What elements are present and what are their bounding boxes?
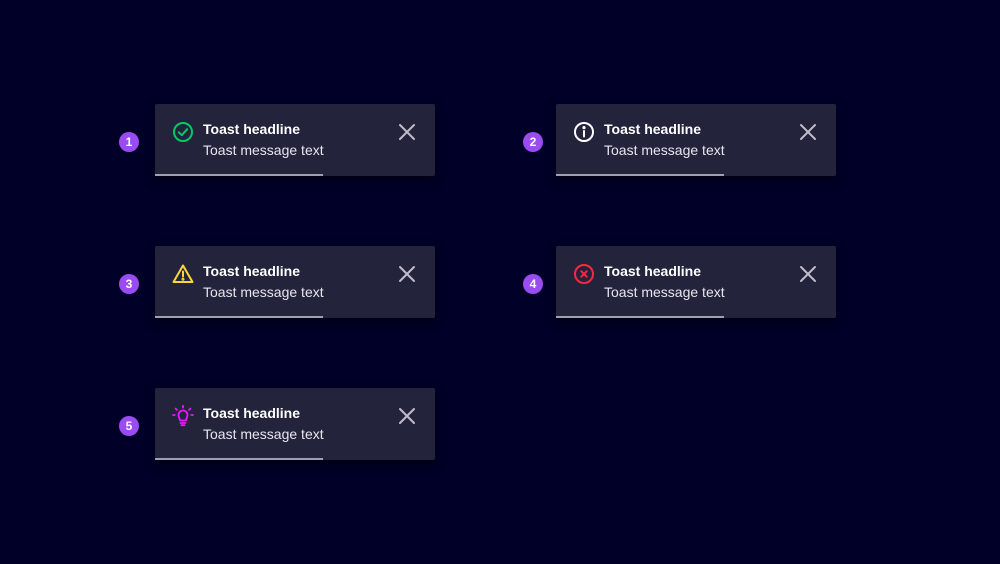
- toast-message: Toast message text: [203, 142, 324, 158]
- close-icon[interactable]: [796, 262, 820, 286]
- number-badge-4: 4: [523, 274, 543, 294]
- warning-icon: [171, 262, 195, 286]
- toast-message: Toast message text: [203, 284, 324, 300]
- toast-progress-bar: [556, 174, 724, 176]
- toast-message: Toast message text: [604, 284, 725, 300]
- toast-headline: Toast headline: [203, 121, 300, 137]
- toast-error: Toast headline Toast message text: [556, 246, 836, 318]
- toast-message: Toast message text: [604, 142, 725, 158]
- toast-progress-bar: [155, 174, 323, 176]
- number-badge-3: 3: [119, 274, 139, 294]
- number-badge-1: 1: [119, 132, 139, 152]
- toast-progress-bar: [556, 316, 724, 318]
- toast-headline: Toast headline: [604, 121, 701, 137]
- lightbulb-icon: [171, 404, 195, 428]
- close-icon[interactable]: [395, 404, 419, 428]
- toast-tip: Toast headline Toast message text: [155, 388, 435, 460]
- toast-success: Toast headline Toast message text: [155, 104, 435, 176]
- toast-progress-track: [556, 316, 836, 318]
- toast-headline: Toast headline: [203, 263, 300, 279]
- info-icon: [572, 120, 596, 144]
- number-badge-2: 2: [523, 132, 543, 152]
- toast-headline: Toast headline: [604, 263, 701, 279]
- close-icon[interactable]: [395, 262, 419, 286]
- toast-warning: Toast headline Toast message text: [155, 246, 435, 318]
- toast-message: Toast message text: [203, 426, 324, 442]
- toast-progress-track: [155, 174, 435, 176]
- toast-progress-bar: [155, 316, 323, 318]
- check-circle-icon: [171, 120, 195, 144]
- number-badge-5: 5: [119, 416, 139, 436]
- toast-info: Toast headline Toast message text: [556, 104, 836, 176]
- toast-progress-track: [556, 174, 836, 176]
- close-icon[interactable]: [395, 120, 419, 144]
- toast-headline: Toast headline: [203, 405, 300, 421]
- toast-progress-track: [155, 316, 435, 318]
- error-icon: [572, 262, 596, 286]
- toast-progress-bar: [155, 458, 323, 460]
- toast-progress-track: [155, 458, 435, 460]
- close-icon[interactable]: [796, 120, 820, 144]
